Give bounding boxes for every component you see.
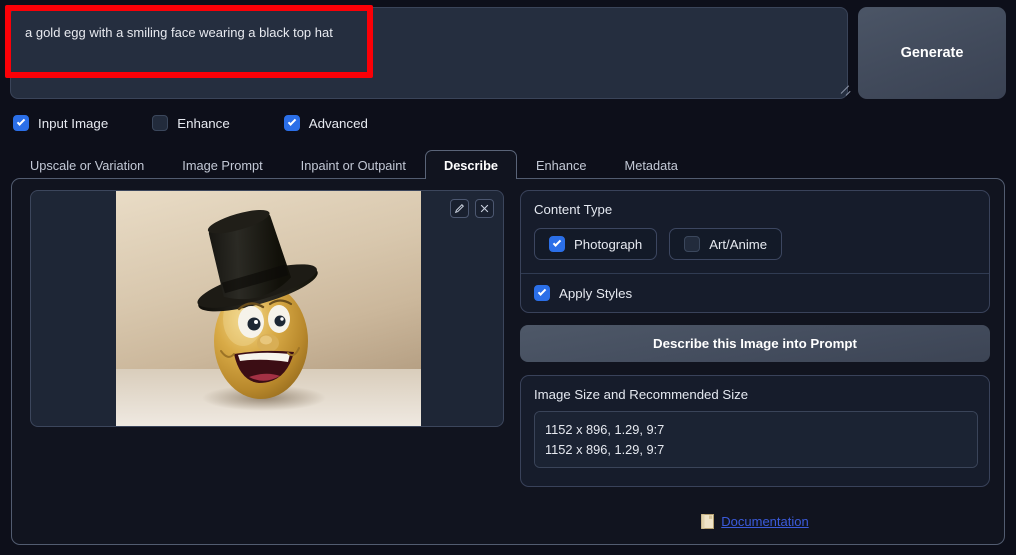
preview-image xyxy=(116,191,421,426)
option-art-anime[interactable]: Art/Anime xyxy=(669,228,783,260)
describe-options-column: Content Type Photograph Art/Anime Apply … xyxy=(520,190,990,487)
tab-enhance[interactable]: Enhance xyxy=(517,150,606,179)
image-size-output[interactable] xyxy=(534,411,978,468)
generate-button[interactable]: Generate xyxy=(858,7,1006,99)
image-size-title: Image Size and Recommended Size xyxy=(534,387,749,402)
tab-describe[interactable]: Describe xyxy=(424,150,518,180)
checkbox-enhance-label: Enhance xyxy=(177,115,230,131)
option-art-anime-label: Art/Anime xyxy=(709,236,768,252)
image-preview-container[interactable] xyxy=(30,190,504,427)
tab-image-prompt[interactable]: Image Prompt xyxy=(163,150,281,179)
tab-upscale-or-variation[interactable]: Upscale or Variation xyxy=(11,150,163,179)
options-checkbox-row: Input Image Enhance Advanced xyxy=(13,112,368,134)
checkbox-enhance[interactable]: Enhance xyxy=(152,115,230,131)
checkbox-apply-styles-box[interactable] xyxy=(534,285,550,301)
prompt-input[interactable] xyxy=(10,7,848,99)
pencil-icon[interactable] xyxy=(450,199,469,218)
content-type-card: Content Type Photograph Art/Anime Apply … xyxy=(520,190,990,313)
content-type-title: Content Type xyxy=(534,202,613,217)
checkbox-apply-styles-label: Apply Styles xyxy=(559,285,633,301)
prompt-row: Generate xyxy=(10,7,1006,99)
tab-metadata[interactable]: Metadata xyxy=(606,150,697,179)
option-photograph-box[interactable] xyxy=(549,236,565,252)
documentation-link[interactable]: Documentation xyxy=(721,514,808,529)
option-art-anime-box[interactable] xyxy=(684,236,701,252)
image-action-buttons xyxy=(450,199,494,218)
apply-styles-row[interactable]: Apply Styles xyxy=(521,273,989,312)
checkbox-advanced-label: Advanced xyxy=(308,115,368,131)
image-size-card: Image Size and Recommended Size xyxy=(520,375,990,487)
close-icon[interactable] xyxy=(475,199,494,218)
checkbox-input-image-box[interactable] xyxy=(13,115,29,131)
option-photograph-label: Photograph xyxy=(574,236,643,252)
checkbox-input-image-label: Input Image xyxy=(38,115,109,131)
checkbox-advanced-box[interactable] xyxy=(283,115,300,131)
tab-bar: Upscale or Variation Image Prompt Inpain… xyxy=(11,150,1005,180)
option-photograph[interactable]: Photograph xyxy=(534,228,658,260)
tab-inpaint-or-outpaint[interactable]: Inpaint or Outpaint xyxy=(282,150,425,179)
describe-image-into-prompt-button[interactable]: Describe this Image into Prompt xyxy=(520,325,990,362)
document-icon xyxy=(701,514,715,529)
checkbox-enhance-box[interactable] xyxy=(152,115,169,131)
content-type-options: Photograph Art/Anime xyxy=(521,217,989,273)
documentation-row: Documentation xyxy=(520,514,990,529)
describe-tab-panel: Content Type Photograph Art/Anime Apply … xyxy=(11,178,1005,545)
checkbox-advanced[interactable]: Advanced xyxy=(283,115,368,131)
checkbox-input-image[interactable]: Input Image xyxy=(13,115,108,131)
